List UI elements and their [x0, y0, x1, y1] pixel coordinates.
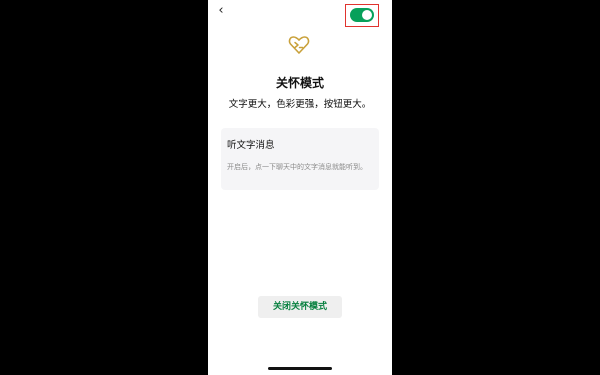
settings-card: 听文字消息 开启后，点一下聊天中的文字消息就能听到。: [221, 128, 379, 190]
care-mode-heart-icon: [288, 35, 310, 55]
toggle-knob: [362, 10, 372, 20]
close-care-mode-button[interactable]: 关闭关怀模式: [258, 296, 342, 318]
home-indicator: [268, 367, 332, 370]
listen-text-row: 听文字消息: [221, 128, 379, 158]
listen-text-toggle[interactable]: [350, 8, 374, 22]
phone-screen: ‹ 关怀模式 文字更大，色彩更强，按钮更大。 听文字消息 开启后，点一下聊天中的…: [208, 0, 392, 375]
listen-text-label: 听文字消息: [227, 140, 275, 151]
listen-text-description: 开启后，点一下聊天中的文字消息就能听到。: [227, 163, 367, 171]
chevron-left-icon: ‹: [218, 3, 224, 18]
page-subtitle: 文字更大，色彩更强，按钮更大。: [228, 99, 372, 110]
back-button[interactable]: ‹: [214, 3, 228, 19]
page-title: 关怀模式: [275, 76, 324, 90]
